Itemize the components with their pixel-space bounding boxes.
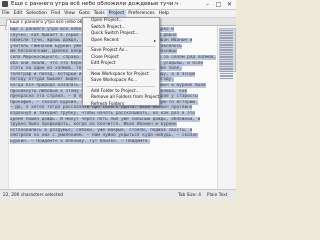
menu-selection[interactable]: Selection	[24, 10, 49, 17]
minimap-line	[220, 39, 233, 41]
minimap-line	[220, 32, 233, 34]
menu-view[interactable]: View	[62, 10, 77, 17]
minimize-button[interactable]: –	[203, 1, 212, 8]
status-bar: 22, 206 characters selected Tab Size: 4 …	[0, 189, 236, 201]
tab-size-indicator[interactable]: Tab Size: 4	[178, 190, 201, 201]
window-controls: – □ ✕	[203, 1, 234, 8]
project-menu-item[interactable]: Open Recent	[83, 38, 159, 45]
selected-text: Буркин. — Пойдемте к Алехину. Тут близко…	[10, 138, 151, 144]
menu-help[interactable]: Help	[157, 10, 171, 17]
title-bar: Еще с раннего утра всё небо обложили дож…	[0, 0, 236, 10]
project-menu-item[interactable]: Save Workspace As...	[83, 78, 159, 85]
minimap-line	[220, 53, 233, 56]
minimap-line	[220, 51, 233, 53]
minimap[interactable]	[217, 26, 236, 189]
code-line: Буркин. — Пойдемте к Алехину. Тут близко…	[10, 138, 216, 145]
menu-project[interactable]: Project	[106, 10, 127, 17]
minimap-line	[220, 77, 233, 80]
minimap-line	[220, 56, 233, 58]
selected-text: время пошел дождь. И минут через пять ли…	[10, 116, 201, 122]
minimap-line	[220, 41, 233, 44]
minimap-line	[220, 58, 233, 61]
code-line: вздохнул и закурил трубку, чтобы начать …	[10, 110, 216, 117]
menu-tools[interactable]: Tools	[92, 10, 107, 17]
line-number-gutter: 1	[0, 26, 9, 189]
project-menu-dropdown: Open Project... Switch Project... Quick Sw…	[82, 17, 160, 109]
selection-status: 22, 206 characters selected	[3, 193, 64, 198]
menu-preferences[interactable]: Preferences	[126, 10, 156, 17]
close-button[interactable]: ✕	[225, 1, 234, 8]
menu-find[interactable]: Find	[49, 10, 62, 17]
minimap-line	[220, 37, 233, 39]
window-title: Еще с раннего утра всё небо обложили дож…	[11, 1, 181, 7]
minimap-line	[220, 63, 233, 65]
maximize-button[interactable]: □	[214, 1, 223, 8]
line-number	[0, 177, 8, 183]
minimap-line	[220, 61, 233, 63]
selected-text: трудно было предвидеть, когда он кончитс…	[10, 122, 177, 128]
minimap-line	[220, 34, 233, 37]
minimap-line	[220, 75, 233, 77]
selected-text: вздохнул и закурил трубку, чтобы начать …	[10, 110, 196, 116]
minimap-line	[220, 70, 233, 73]
syntax-indicator[interactable]: Plain Text	[207, 190, 227, 201]
selected-text: остановились в раздумье; собаки, уже мок…	[10, 127, 193, 133]
minimap-line	[220, 49, 233, 51]
minimap-line	[220, 30, 233, 32]
minimap-line	[220, 46, 233, 49]
menu-edit[interactable]: Edit	[12, 10, 25, 17]
minimap-line	[220, 68, 233, 70]
menu-separator	[87, 69, 155, 70]
project-menu-item[interactable]: Refresh Folders	[83, 102, 159, 109]
selected-text: смотрели на них с умилением. — Нам нужно…	[10, 133, 198, 139]
file-tab-label: Еще с раннего утра всё небо обло	[10, 20, 88, 25]
project-menu-item[interactable]: Edit Project	[83, 61, 159, 68]
menu-separator	[87, 86, 155, 87]
minimap-line	[220, 73, 233, 75]
menu-file[interactable]: File	[0, 10, 12, 17]
menu-goto[interactable]: Goto	[77, 10, 92, 17]
app-icon	[2, 1, 8, 7]
file-tab[interactable]: Еще с раннего утра всё небо обло ×	[6, 19, 89, 26]
menu-separator	[87, 45, 155, 47]
minimap-line	[220, 44, 233, 46]
minimap-line	[220, 65, 233, 68]
minimap-lines	[220, 30, 233, 80]
